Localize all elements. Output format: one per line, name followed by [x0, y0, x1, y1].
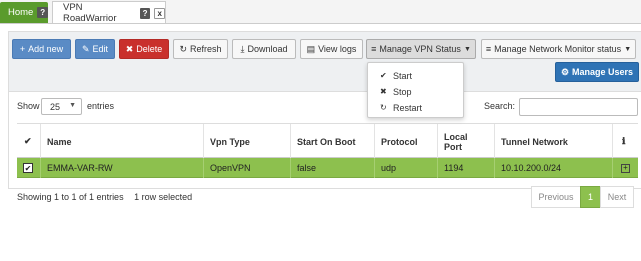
manage-network-monitor-button[interactable]: ≡ Manage Network Monitor status ▼	[481, 39, 636, 59]
manage-vpn-status-label: Manage VPN Status	[379, 44, 461, 54]
menu-item-stop-label: Stop	[393, 86, 412, 97]
x-icon: ✖	[380, 87, 387, 96]
cell-tunnel-network: 10.10.200.0/24	[495, 158, 613, 178]
cell-protocol: udp	[375, 158, 438, 178]
refresh-label: Refresh	[190, 44, 222, 54]
row-checkbox-cell[interactable]: ✔	[17, 158, 41, 178]
table-row[interactable]: ✔ EMMA-VAR-RW OpenVPN false udp 1194 10.…	[17, 158, 638, 178]
add-new-button[interactable]: + Add new	[12, 39, 71, 59]
add-new-label: Add new	[28, 44, 64, 54]
row-expand-cell[interactable]: +	[613, 158, 638, 178]
check-icon: ✔	[24, 136, 32, 146]
vpn-status-menu: ✔ Start ✖ Stop ↻ Restart	[367, 62, 464, 118]
entries-value: 25	[50, 101, 61, 112]
toolbar: + Add new ✎ Edit ✖ Delete ↻ Refresh ⤓ Do…	[9, 32, 641, 92]
tab-vpn-roadwarrior[interactable]: VPN RoadWarrior ? x	[52, 1, 166, 24]
menu-item-restart[interactable]: ↻ Restart	[380, 100, 422, 115]
cell-name: EMMA-VAR-RW	[41, 158, 204, 178]
check-icon: ✔	[380, 71, 387, 80]
manage-vpn-status-button[interactable]: ≡ Manage VPN Status ▼	[366, 39, 476, 59]
search-label: Search:	[484, 101, 516, 111]
checkbox-checked-icon[interactable]: ✔	[23, 163, 33, 173]
manage-users-label: Manage Users	[572, 67, 634, 77]
manage-users-button[interactable]: ⚙ Manage Users	[555, 62, 639, 82]
home-help-icon[interactable]: ?	[37, 7, 48, 18]
menu-item-start[interactable]: ✔ Start	[380, 68, 412, 83]
tab-bar: Home ? VPN RoadWarrior ? x	[0, 0, 641, 24]
tab-home[interactable]: Home ?	[0, 2, 48, 23]
delete-label: Delete	[136, 44, 163, 54]
entries-select[interactable]: 25 ▼	[41, 98, 82, 115]
entries-label: entries	[87, 101, 115, 111]
delete-button[interactable]: ✖ Delete	[119, 39, 169, 59]
info-column: ℹ	[613, 124, 638, 159]
refresh-icon: ↻	[179, 43, 188, 54]
cell-local-port: 1194	[438, 158, 495, 178]
gear-icon: ⚙	[560, 66, 570, 77]
expand-plus-icon[interactable]: +	[621, 163, 630, 173]
selected-info: 1 row selected	[134, 192, 193, 202]
local-port-header-line1: Local	[444, 131, 468, 142]
select-all-column[interactable]: ✔	[17, 124, 41, 159]
tab-home-label: Home	[8, 7, 34, 18]
pagination-previous[interactable]: Previous	[531, 186, 581, 208]
entries-info: Showing 1 to 1 of 1 entries	[17, 192, 124, 202]
tab-vpn-label: VPN RoadWarrior	[63, 2, 117, 24]
column-header-vpn-type[interactable]: Vpn Type	[204, 124, 291, 159]
refresh-icon: ↻	[380, 103, 387, 112]
list-icon: ≡	[371, 44, 377, 54]
table-info: Showing 1 to 1 of 1 entries 1 row select…	[17, 192, 192, 202]
download-label: Download	[247, 44, 288, 54]
pagination-next[interactable]: Next	[600, 186, 634, 208]
list-icon: ≡	[485, 44, 492, 54]
pencil-icon: ✎	[81, 43, 90, 54]
view-logs-label: View logs	[318, 44, 357, 54]
chevron-down-icon: ▼	[69, 102, 76, 109]
view-logs-button[interactable]: ▤ View logs	[300, 39, 363, 59]
column-header-local-port[interactable]: Local Port	[438, 124, 495, 159]
tab-divider	[0, 23, 641, 24]
cell-vpn-type: OpenVPN	[204, 158, 291, 178]
download-button[interactable]: ⤓ Download	[232, 39, 296, 59]
cell-start-on-boot: false	[291, 158, 375, 178]
table-header: ✔ Name Vpn Type Start On Boot Protocol L…	[17, 123, 638, 159]
menu-item-restart-label: Restart	[393, 102, 423, 113]
search-input[interactable]	[519, 98, 638, 116]
x-icon: ✖	[125, 43, 134, 54]
column-header-tunnel-network[interactable]: Tunnel Network	[495, 124, 613, 159]
menu-item-start-label: Start	[393, 70, 413, 81]
caret-down-icon: ▼	[624, 45, 632, 53]
edit-label: Edit	[92, 44, 109, 54]
column-header-name[interactable]: Name	[41, 124, 204, 159]
caret-down-icon: ▼	[463, 45, 471, 53]
refresh-button[interactable]: ↻ Refresh	[173, 39, 228, 59]
download-icon: ⤓	[240, 43, 245, 54]
column-header-protocol[interactable]: Protocol	[375, 124, 438, 159]
info-icon: ℹ	[622, 136, 626, 146]
help-icon[interactable]: ?	[139, 7, 151, 19]
column-header-start-on-boot[interactable]: Start On Boot	[291, 124, 375, 159]
pagination-page-1[interactable]: 1	[580, 186, 601, 208]
menu-item-stop[interactable]: ✖ Stop	[380, 84, 412, 99]
close-icon[interactable]: x	[154, 7, 165, 19]
local-port-header-line2: Port	[444, 141, 462, 152]
edit-button[interactable]: ✎ Edit	[75, 39, 115, 59]
file-icon: ▤	[306, 43, 316, 54]
manage-network-monitor-label: Manage Network Monitor status	[494, 44, 622, 54]
plus-icon: +	[19, 44, 26, 54]
show-label: Show	[17, 101, 40, 111]
